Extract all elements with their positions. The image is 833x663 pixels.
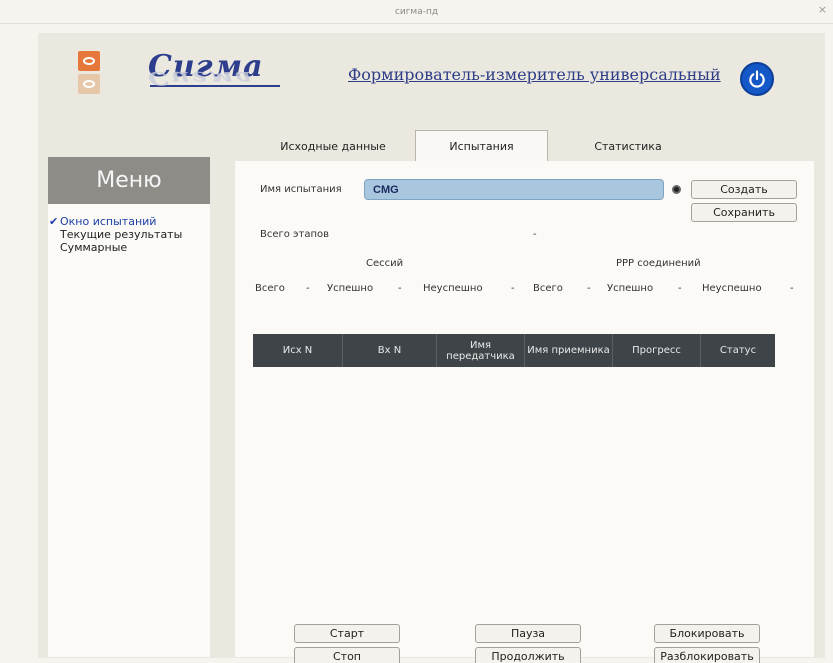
results-table-header: Исх N Вх N Имя передатчика Имя приемника… [253, 334, 775, 367]
save-button[interactable]: Сохранить [691, 203, 797, 222]
column-header-out-n[interactable]: Исх N [253, 334, 343, 367]
ppp-success-label: Успешно [607, 283, 654, 294]
close-icon[interactable]: × [818, 3, 827, 16]
tab-tests[interactable]: Испытания [415, 130, 548, 162]
radio-indicator[interactable] [672, 185, 681, 194]
total-stages-value: - [533, 229, 537, 240]
sidebar-item-summary[interactable]: Суммарные [48, 241, 210, 254]
sidebar-menu: ✔ Окно испытаний Текущие результаты Сумм… [48, 204, 210, 657]
ppp-success-value: - [678, 283, 682, 294]
unlock-button[interactable]: Разблокировать [654, 647, 760, 663]
total-stages-label: Всего этапов [260, 229, 330, 240]
sessions-title: Сессий [366, 258, 404, 269]
window-title: сигма-пд [394, 7, 439, 17]
sessions-fail-value: - [511, 283, 515, 294]
sidebar-item-label: Текущие результаты [60, 228, 183, 241]
sessions-success-label: Успешно [327, 283, 374, 294]
ppp-fail-value: - [790, 283, 794, 294]
menu-title: Меню [48, 157, 210, 204]
create-button[interactable]: Создать [691, 180, 797, 199]
column-header-in-n[interactable]: Вх N [343, 334, 437, 367]
sessions-success-value: - [398, 283, 402, 294]
sessions-total-value: - [306, 283, 310, 294]
stop-button[interactable]: Стоп [294, 647, 400, 663]
ppp-total-label: Всего [533, 283, 563, 294]
tab-source-data[interactable]: Исходные данные [273, 130, 393, 162]
check-icon: ✔ [49, 215, 59, 228]
app-header: Сигма Сигма Формирователь-измеритель уни… [38, 33, 825, 143]
sidebar-item-label: Окно испытаний [60, 215, 157, 228]
pause-button[interactable]: Пауза [475, 624, 581, 643]
window-titlebar: сигма-пд × [0, 0, 833, 24]
sessions-total-label: Всего [255, 283, 285, 294]
app-subtitle: Формирователь-измеритель универсальный [348, 65, 721, 84]
sidebar-item-current-results[interactable]: Текущие результаты [48, 228, 210, 241]
sigma-logo-icon [78, 51, 100, 97]
column-header-status[interactable]: Статус [701, 334, 775, 367]
sidebar-item-label: Суммарные [60, 241, 128, 254]
app-window: Сигма Сигма Формирователь-измеритель уни… [38, 33, 825, 663]
ppp-total-value: - [587, 283, 591, 294]
column-header-transmitter[interactable]: Имя передатчика [437, 334, 525, 367]
start-button[interactable]: Старт [294, 624, 400, 643]
column-header-receiver[interactable]: Имя приемника [525, 334, 613, 367]
test-name-input[interactable] [364, 179, 664, 200]
resume-button[interactable]: Продолжить [475, 647, 581, 663]
test-panel: Имя испытания Создать Сохранить Всего эт… [235, 161, 814, 663]
brand-reflection: Сигма [148, 67, 254, 88]
ppp-title: PPP соединений [616, 258, 701, 269]
sidebar-item-test-window[interactable]: ✔ Окно испытаний [48, 215, 210, 228]
tab-statistics[interactable]: Статистика [568, 130, 688, 162]
column-header-progress[interactable]: Прогресс [613, 334, 701, 367]
sessions-fail-label: Неуспешно [423, 283, 483, 294]
lock-button[interactable]: Блокировать [654, 624, 760, 643]
ppp-fail-label: Неуспешно [702, 283, 762, 294]
power-icon[interactable] [740, 62, 774, 96]
test-name-label: Имя испытания [260, 184, 342, 195]
